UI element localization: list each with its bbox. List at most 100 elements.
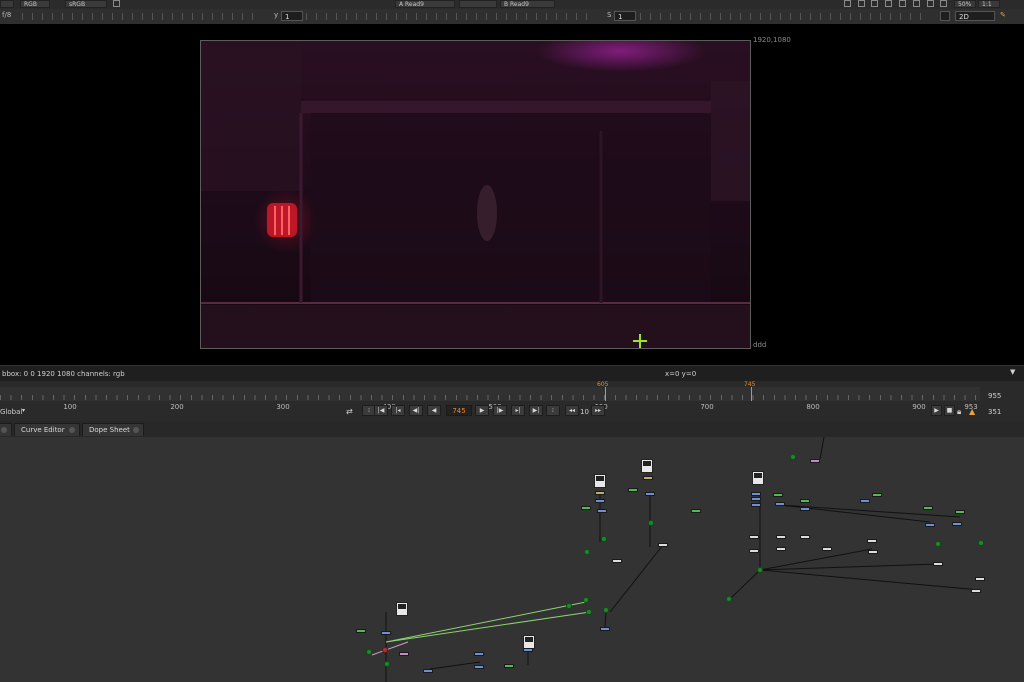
- tab-dope-sheet[interactable]: Dope Sheet: [82, 423, 144, 436]
- node[interactable]: [628, 488, 638, 492]
- node[interactable]: [775, 502, 785, 506]
- gamma-input[interactable]: 1: [281, 11, 303, 21]
- node[interactable]: [691, 509, 701, 513]
- node[interactable]: [923, 506, 933, 510]
- read-node[interactable]: [594, 474, 606, 488]
- zoom-dropdown[interactable]: 50%: [954, 0, 976, 8]
- node[interactable]: [581, 506, 591, 510]
- proxy-dropdown[interactable]: 1:1: [978, 0, 1000, 8]
- node[interactable]: [645, 492, 655, 496]
- node[interactable]: [800, 499, 810, 503]
- node[interactable]: [751, 497, 761, 501]
- node[interactable]: [749, 535, 759, 539]
- roi-icon[interactable]: [858, 0, 865, 7]
- frame-slider[interactable]: 605 745 100 200 300 400 500 600 700 800 …: [0, 381, 980, 411]
- node[interactable]: [595, 499, 605, 503]
- node[interactable]: [975, 577, 985, 581]
- node[interactable]: [399, 652, 409, 656]
- lock-icon[interactable]: 🔒︎: [957, 407, 961, 417]
- scope-dropdown-arrow-icon[interactable]: ▾: [22, 407, 25, 414]
- dot-node[interactable]: [583, 597, 589, 603]
- dot-node[interactable]: [790, 454, 796, 460]
- step-back-button[interactable]: ◂◂: [565, 405, 579, 416]
- dot-node[interactable]: [757, 567, 763, 573]
- dot-node[interactable]: [586, 609, 592, 615]
- update-icon[interactable]: [940, 0, 947, 7]
- dot-node[interactable]: [566, 603, 572, 609]
- node[interactable]: [955, 510, 965, 514]
- node[interactable]: [381, 631, 391, 635]
- node[interactable]: [474, 652, 484, 656]
- node[interactable]: [749, 549, 759, 553]
- node[interactable]: [800, 507, 810, 511]
- flipbook-button[interactable]: ▶: [931, 405, 942, 416]
- node[interactable]: [658, 543, 668, 547]
- dot-node[interactable]: [366, 649, 372, 655]
- pause-icon[interactable]: [927, 0, 934, 7]
- node[interactable]: [523, 648, 533, 652]
- first-frame-button[interactable]: |◀: [374, 405, 388, 416]
- node[interactable]: [751, 492, 761, 496]
- compare-dropdown[interactable]: [459, 0, 497, 8]
- settings-icon[interactable]: [913, 0, 920, 7]
- read-node[interactable]: [752, 471, 764, 485]
- node[interactable]: [600, 627, 610, 631]
- node[interactable]: [800, 535, 810, 539]
- view-mode-dropdown[interactable]: 2D: [955, 11, 995, 21]
- close-icon[interactable]: [133, 427, 139, 433]
- cache-icon[interactable]: ▲: [969, 407, 975, 416]
- dot-node[interactable]: [648, 520, 654, 526]
- dot-node[interactable]: [584, 549, 590, 555]
- prev-keyframe-button[interactable]: |◂: [391, 405, 405, 416]
- play-forward-button[interactable]: ▶: [475, 405, 489, 416]
- saturation-input[interactable]: 1: [614, 11, 636, 21]
- node[interactable]: [643, 476, 653, 480]
- node[interactable]: [925, 523, 935, 527]
- dot-node[interactable]: [935, 541, 941, 547]
- dot-node[interactable]: [601, 536, 607, 542]
- read-node[interactable]: [523, 635, 535, 649]
- wipe-icon[interactable]: [871, 0, 878, 7]
- tab-curve-editor[interactable]: Curve Editor: [14, 423, 80, 436]
- saturation-slider[interactable]: [640, 13, 930, 20]
- read-node[interactable]: [641, 459, 653, 473]
- node[interactable]: [751, 503, 761, 507]
- node[interactable]: [822, 547, 832, 551]
- node[interactable]: [474, 665, 484, 669]
- node[interactable]: [504, 664, 514, 668]
- current-frame-input[interactable]: 745: [446, 405, 472, 416]
- gamma-slider[interactable]: [306, 13, 596, 20]
- node[interactable]: [597, 509, 607, 513]
- node[interactable]: [595, 491, 605, 495]
- out-point-button[interactable]: ⁝: [546, 405, 560, 416]
- close-icon[interactable]: [1, 427, 7, 433]
- alpha-icon[interactable]: [113, 0, 120, 7]
- next-increment-button[interactable]: |▶: [493, 405, 507, 416]
- close-icon[interactable]: [69, 427, 75, 433]
- playhead[interactable]: [751, 387, 752, 401]
- node[interactable]: [773, 493, 783, 497]
- viewer-panel[interactable]: 1920,1080 ddd: [0, 24, 1024, 365]
- node[interactable]: [356, 629, 366, 633]
- layer-dropdown[interactable]: [0, 0, 14, 8]
- gain-slider[interactable]: [22, 13, 257, 20]
- prev-increment-button[interactable]: ◀|: [409, 405, 423, 416]
- play-backward-button[interactable]: ◀: [427, 405, 441, 416]
- viewer-image[interactable]: [200, 40, 751, 349]
- dot-node[interactable]: [978, 540, 984, 546]
- info-menu-icon[interactable]: ▼: [1010, 368, 1015, 376]
- lut-icon[interactable]: [885, 0, 892, 7]
- node[interactable]: [952, 522, 962, 526]
- step-increment[interactable]: 10: [580, 408, 589, 416]
- node[interactable]: [612, 559, 622, 563]
- stop-button[interactable]: ■: [944, 405, 955, 416]
- input-b-dropdown[interactable]: B Read9: [500, 0, 555, 8]
- paint-icon[interactable]: ✎: [1000, 11, 1006, 19]
- dot-node[interactable]: [384, 661, 390, 667]
- node[interactable]: [810, 459, 820, 463]
- node[interactable]: [933, 562, 943, 566]
- end-frame[interactable]: 955: [988, 392, 1001, 400]
- tab-node-graph[interactable]: [0, 423, 12, 436]
- colorspace-dropdown[interactable]: sRGB: [65, 0, 107, 8]
- node-graph[interactable]: [0, 437, 1024, 682]
